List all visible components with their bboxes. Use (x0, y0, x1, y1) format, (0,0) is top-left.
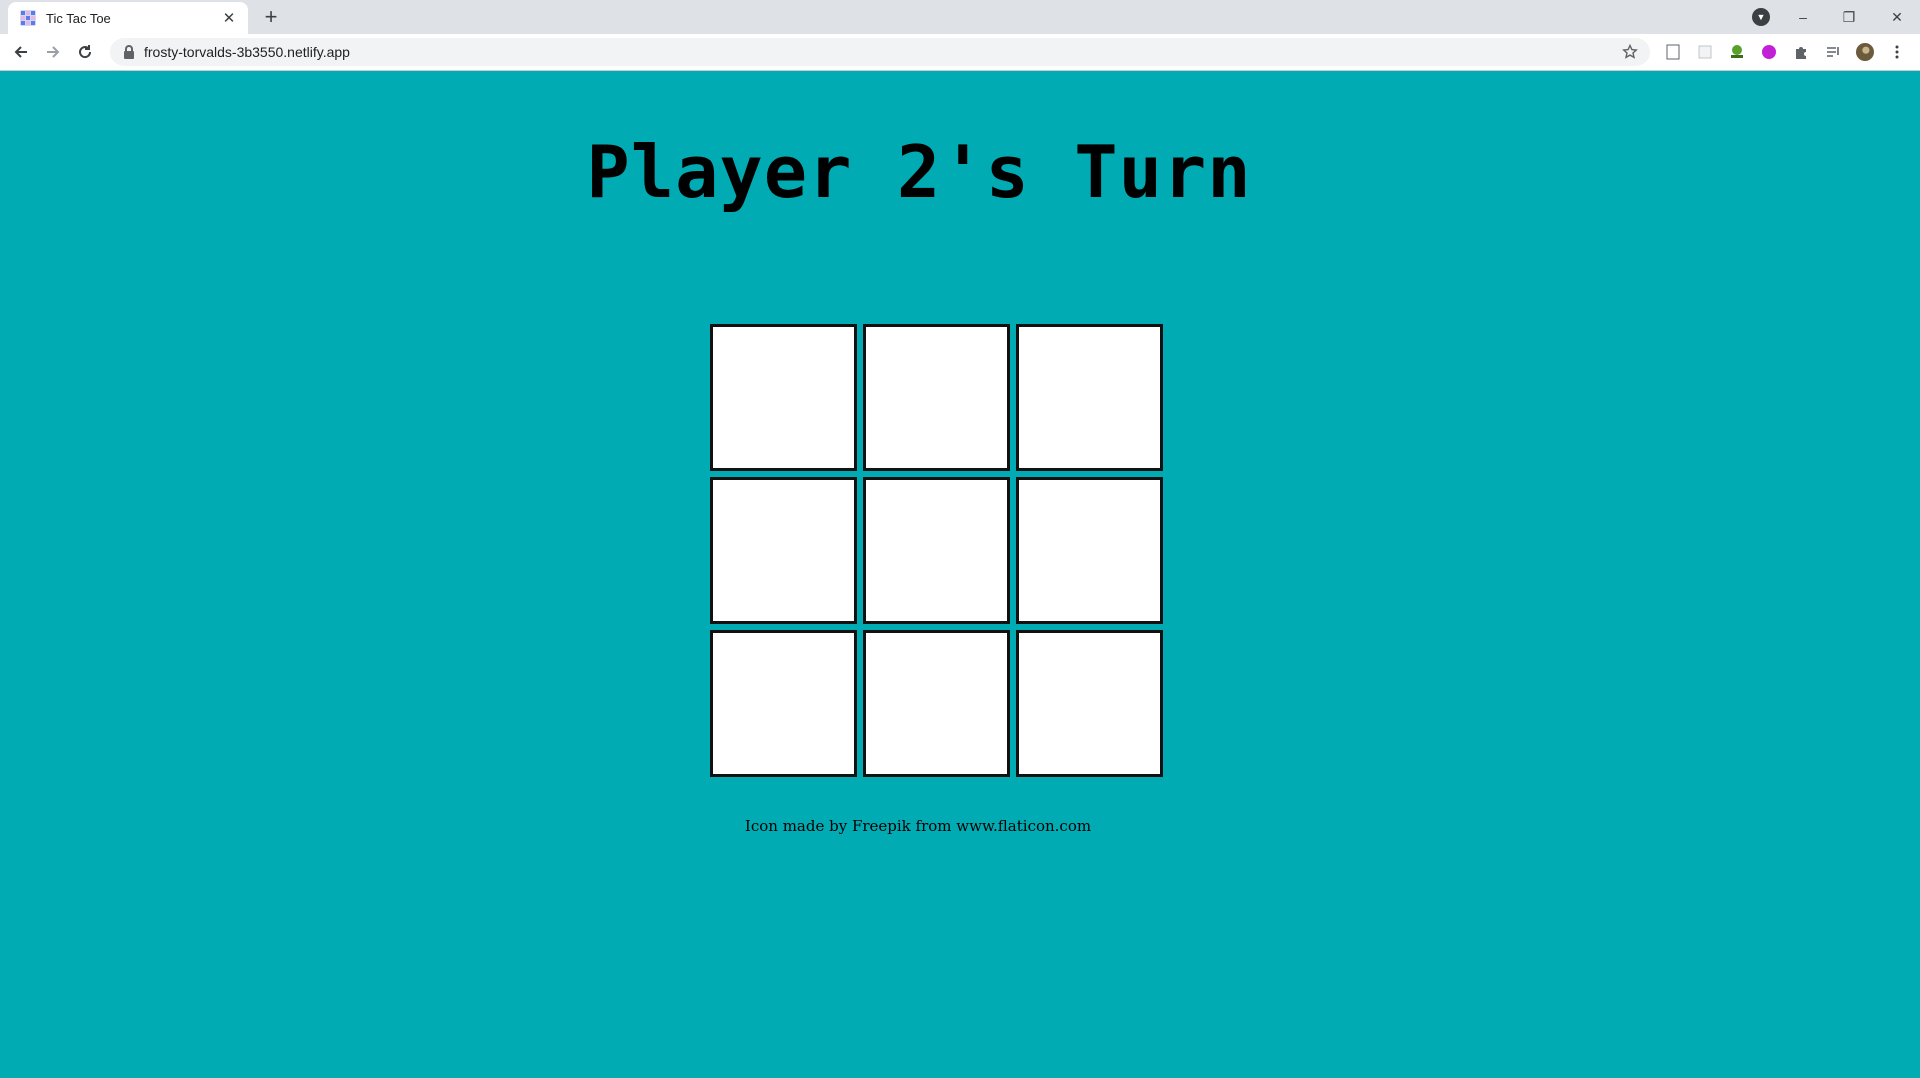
board-cell-7[interactable] (710, 630, 857, 777)
tab-search-icon[interactable]: ▼ (1752, 8, 1770, 26)
reload-icon[interactable] (72, 40, 98, 64)
board-cell-9[interactable] (1016, 630, 1163, 777)
tic-tac-toe-favicon-icon (20, 10, 36, 26)
tree-extension-icon[interactable] (1728, 43, 1746, 61)
browser-menu-icon[interactable] (1888, 43, 1906, 61)
board-cell-4[interactable] (710, 477, 857, 624)
blank-extension-icon[interactable] (1696, 43, 1714, 61)
media-queue-icon[interactable] (1824, 43, 1842, 61)
reader-extension-icon[interactable] (1664, 43, 1682, 61)
board-cell-5[interactable] (863, 477, 1010, 624)
maximize-button[interactable]: ❐ (1826, 0, 1872, 34)
close-window-button[interactable]: ✕ (1874, 0, 1920, 34)
address-bar[interactable]: frosty-torvalds-3b3550.netlify.app (110, 38, 1650, 66)
browser-tab-active[interactable]: Tic Tac Toe ✕ (8, 2, 248, 34)
extensions-puzzle-icon[interactable] (1792, 43, 1810, 61)
back-arrow-icon[interactable] (8, 40, 34, 64)
lock-icon[interactable] (122, 45, 136, 59)
board-cell-6[interactable] (1016, 477, 1163, 624)
forward-arrow-icon[interactable] (40, 40, 66, 64)
profile-avatar[interactable] (1856, 43, 1874, 61)
browser-toolbar: frosty-torvalds-3b3550.netlify.app (0, 34, 1920, 71)
url-text[interactable]: frosty-torvalds-3b3550.netlify.app (144, 44, 350, 60)
board-cell-2[interactable] (863, 324, 1010, 471)
turn-heading: Player 2's Turn (586, 130, 1252, 214)
game-board (710, 324, 1165, 779)
new-tab-button[interactable]: + (260, 6, 282, 28)
minimize-button[interactable]: – (1780, 0, 1826, 34)
bookmark-star-icon[interactable] (1622, 44, 1638, 60)
tab-title: Tic Tac Toe (46, 10, 111, 26)
browser-tabstrip: Tic Tac Toe ✕ + ▼ – ❐ ✕ (0, 0, 1920, 34)
game-page: Player 2's Turn Icon made by Freepik fro… (0, 71, 1920, 1078)
tab-close-icon[interactable]: ✕ (220, 9, 238, 27)
board-cell-3[interactable] (1016, 324, 1163, 471)
purple-extension-icon[interactable] (1760, 43, 1778, 61)
board-cell-1[interactable] (710, 324, 857, 471)
icon-credit-text: Icon made by Freepik from www.flaticon.c… (744, 817, 1092, 835)
board-cell-8[interactable] (863, 630, 1010, 777)
